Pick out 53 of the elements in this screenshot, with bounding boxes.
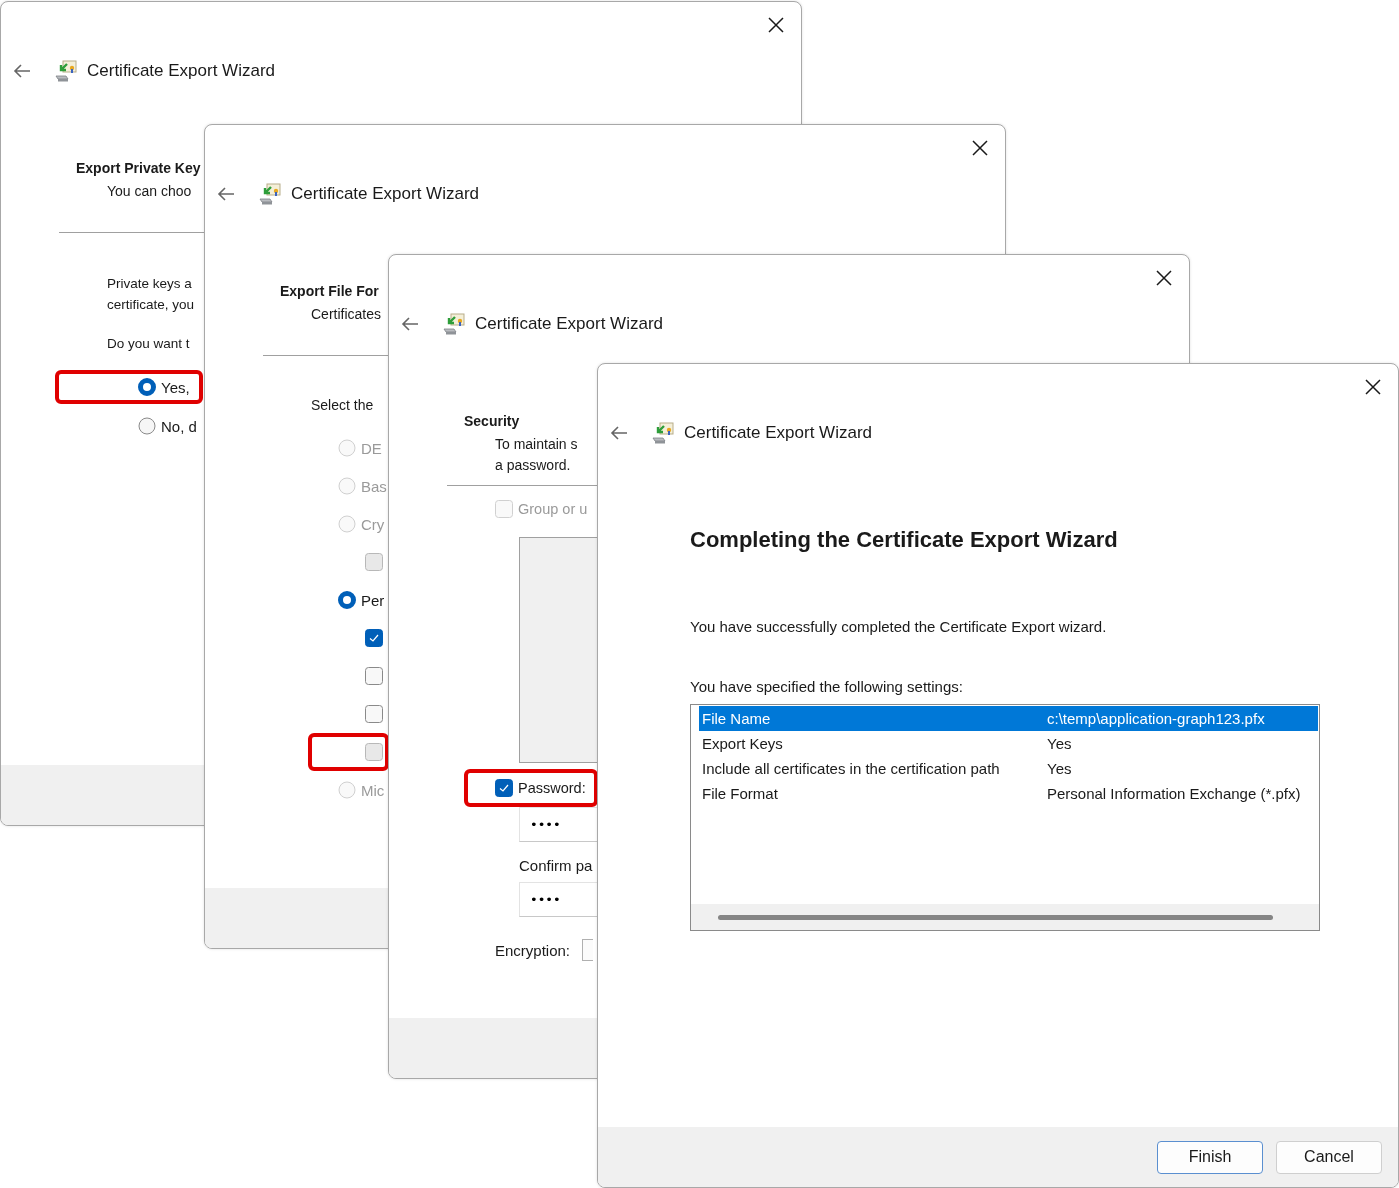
horizontal-scrollbar[interactable] <box>691 904 1319 930</box>
description-text: Private keys a certificate, you <box>107 275 195 314</box>
page-heading: Export Private Key <box>76 159 201 178</box>
page-heading: Export File For <box>280 282 380 301</box>
page-subtitle: You can choo <box>106 182 193 201</box>
back-arrow-icon[interactable] <box>401 316 419 332</box>
prompt-text: Select the <box>311 396 374 415</box>
radio-option[interactable]: No, d <box>138 417 197 435</box>
checkbox-option[interactable]: Password: <box>495 779 586 797</box>
field-label: Encryption: <box>495 941 571 959</box>
radio-icon[interactable] <box>338 591 356 609</box>
page-subtitle: To maintain s a password. <box>494 435 578 475</box>
close-icon[interactable] <box>1156 269 1172 286</box>
radio-option[interactable]: Per <box>338 591 385 609</box>
radio-option[interactable]: Yes, <box>138 378 190 396</box>
checkbox[interactable] <box>365 705 383 723</box>
page-heading: Security <box>464 412 521 431</box>
settings-label: You have specified the following settings: <box>690 677 963 697</box>
message-text: You have successfully completed the Certificate Export wizard. <box>690 617 1107 637</box>
password-field[interactable]: •••• <box>519 807 598 842</box>
certificate-icon <box>651 421 675 445</box>
settings-row[interactable]: File Name c:\temp\application-graph123.pfx <box>699 706 1318 731</box>
certificate-icon <box>258 182 282 206</box>
settings-list[interactable]: File Name c:\temp\application-graph123.pfx Export Keys Yes Include all certificates in the certification path Yes File Format Personal Information Exchange (*.pfx) <box>690 704 1320 931</box>
back-arrow-icon[interactable] <box>610 425 628 441</box>
password-field[interactable]: •••• <box>519 882 598 917</box>
question-text: Do you want t <box>107 335 190 353</box>
group-list[interactable] <box>519 537 598 763</box>
settings-row[interactable]: Include all certificates in the certification path Yes <box>699 756 1318 781</box>
window-title: Certificate Export Wizard <box>684 423 872 443</box>
dialog-button[interactable]: Finish <box>1157 1140 1263 1174</box>
window-title: Certificate Export Wizard <box>87 61 275 81</box>
checkbox[interactable] <box>365 629 383 647</box>
close-icon[interactable] <box>768 16 784 33</box>
page-subtitle: Certificates <box>310 305 382 324</box>
radio-icon[interactable] <box>138 378 156 396</box>
settings-row[interactable]: File Format Personal Information Exchange (*.pfx) <box>699 781 1318 806</box>
radio-icon[interactable] <box>138 417 156 435</box>
window-title: Certificate Export Wizard <box>475 314 663 334</box>
dialog-button[interactable]: Cancel <box>1276 1140 1382 1174</box>
certificate-icon <box>54 59 78 83</box>
dropdown-field[interactable] <box>582 939 594 961</box>
close-icon[interactable] <box>1365 378 1381 395</box>
page-heading: Completing the Certificate Export Wizard <box>690 526 1118 554</box>
settings-row[interactable]: Export Keys Yes <box>699 731 1318 756</box>
close-icon[interactable] <box>972 139 988 156</box>
checkbox-icon[interactable] <box>495 779 513 797</box>
back-arrow-icon[interactable] <box>217 186 235 202</box>
certificate-icon <box>442 312 466 336</box>
back-arrow-icon[interactable] <box>13 63 31 79</box>
checkbox[interactable] <box>365 667 383 685</box>
window-title: Certificate Export Wizard <box>291 184 479 204</box>
field-label: Confirm pa <box>519 856 593 876</box>
